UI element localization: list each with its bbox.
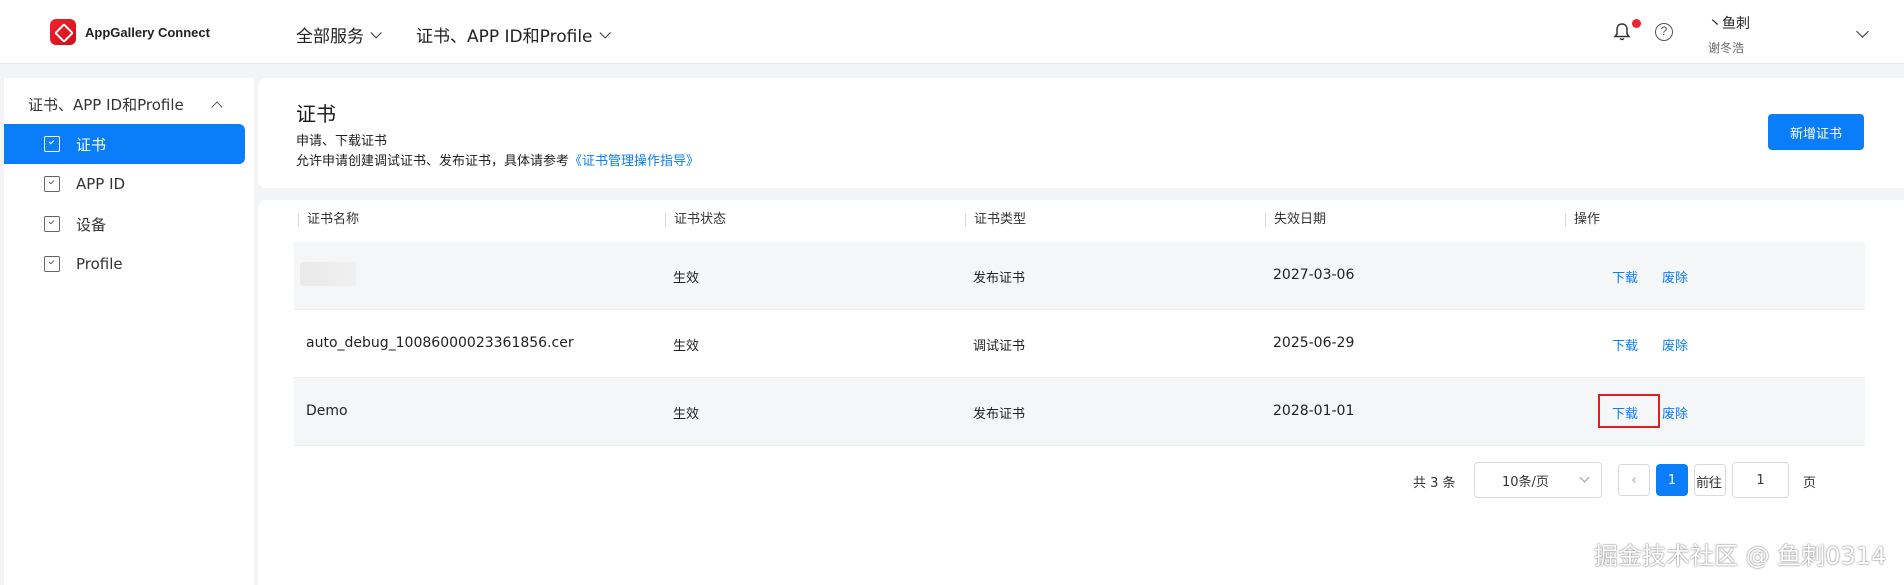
download-link[interactable]: 下载 (1612, 403, 1638, 422)
guide-prefix: 允许申请创建调试证书、发布证书，具体请参考 (296, 154, 570, 169)
cell-expire-date: 2028-01-01 (1273, 403, 1355, 419)
user-menu-chevron-icon[interactable] (1856, 25, 1869, 38)
table-row: 生效 发布证书 2027-03-06 下载 废除 (294, 242, 1865, 310)
sidebar-item-certificates[interactable]: 证书 (4, 124, 245, 164)
cell-expire-date: 2025-06-29 (1273, 335, 1355, 351)
all-services-label: 全部服务 (296, 27, 364, 47)
goto-page-input[interactable] (1732, 462, 1789, 498)
sidebar-item-devices[interactable]: 设备 (4, 204, 245, 244)
certificate-table: 证书名称 证书状态 证书类型 失效日期 操作 生效 发布证书 2027-03-0… (258, 200, 1904, 585)
chevron-up-icon[interactable] (211, 101, 223, 113)
column-header-status: 证书状态 (665, 213, 726, 227)
pagination-total: 共 3 条 (1413, 476, 1456, 491)
section-menu[interactable]: 证书、APP ID和Profile (416, 22, 611, 47)
revoke-link[interactable]: 废除 (1662, 403, 1688, 422)
chevron-down-icon (370, 26, 382, 39)
device-icon (44, 216, 60, 232)
prev-page-button[interactable]: ‹ (1618, 464, 1650, 496)
cell-type: 调试证书 (973, 339, 1026, 354)
user-subname: 谢冬浩 (1708, 41, 1745, 55)
column-header-type: 证书类型 (965, 213, 1026, 227)
app-id-icon (44, 176, 60, 192)
revoke-link[interactable]: 废除 (1662, 335, 1688, 354)
page-button-current[interactable]: 1 (1656, 464, 1688, 496)
all-services-menu[interactable]: 全部服务 (296, 22, 382, 47)
cell-status: 生效 (673, 271, 700, 286)
bell-icon[interactable] (1612, 22, 1632, 42)
cell-certificate-name: Demo (306, 403, 348, 419)
help-icon[interactable]: ? (1655, 23, 1673, 41)
profile-icon (44, 256, 60, 272)
page-suffix: 页 (1803, 476, 1817, 491)
user-name[interactable]: 丶鱼刺 (1708, 13, 1750, 33)
column-header-name: 证书名称 (298, 213, 359, 227)
table-row: auto_debug_10086000023361856.cer 生效 调试证书… (294, 310, 1865, 378)
app-logo[interactable]: AppGallery Connect (50, 19, 210, 45)
download-link[interactable]: 下载 (1612, 335, 1638, 354)
sidebar-item-label: 设备 (76, 215, 107, 234)
page-guide-text: 允许申请创建调试证书、发布证书，具体请参考《证书管理操作指导》 (296, 150, 699, 169)
app-name: AppGallery Connect (85, 24, 210, 40)
appgallery-logo-icon (50, 19, 76, 45)
section-label: 证书、APP ID和Profile (416, 27, 593, 47)
watermark: 掘金技术社区 @ 鱼刺0314 (1594, 542, 1887, 570)
sidebar-item-label: Profile (76, 255, 123, 273)
cell-certificate-name: auto_debug_10086000023361856.cer (306, 335, 574, 351)
cell-expire-date: 2027-03-06 (1273, 267, 1355, 283)
table-row: Demo 生效 发布证书 2028-01-01 下载 废除 (294, 378, 1865, 446)
page-description: 申请、下载证书 (296, 134, 388, 149)
sidebar-item-app-id[interactable]: APP ID (4, 164, 245, 204)
chevron-down-icon (598, 26, 611, 39)
cell-type: 发布证书 (973, 271, 1026, 286)
sidebar: 证书、APP ID和Profile 证书 APP ID 设备 Profile (4, 78, 254, 585)
revoke-link[interactable]: 废除 (1662, 267, 1688, 286)
sidebar-item-label: APP ID (76, 175, 126, 193)
goto-label: 前往 (1696, 476, 1723, 491)
page-title: 证书 (296, 102, 336, 126)
sidebar-group-title[interactable]: 证书、APP ID和Profile (28, 94, 184, 115)
new-certificate-button[interactable]: 新增证书 (1768, 114, 1864, 150)
sidebar-item-label: 证书 (76, 135, 107, 154)
certificate-icon (44, 136, 60, 152)
page-header: 证书 申请、下载证书 允许申请创建调试证书、发布证书，具体请参考《证书管理操作指… (258, 78, 1904, 188)
column-header-expire: 失效日期 (1265, 213, 1326, 227)
guide-link[interactable]: 《证书管理操作指导》 (569, 154, 699, 169)
sidebar-item-profile[interactable]: Profile (4, 244, 245, 284)
top-bar: AppGallery Connect 全部服务 证书、APP ID和Profil… (0, 0, 1904, 64)
redacted-certificate-name (300, 262, 356, 286)
column-header-actions: 操作 (1565, 213, 1600, 227)
cell-status: 生效 (673, 407, 700, 422)
cell-status: 生效 (673, 339, 700, 354)
download-link[interactable]: 下载 (1612, 267, 1638, 286)
table-header: 证书名称 证书状态 证书类型 失效日期 操作 (294, 200, 1865, 242)
notification-badge (1632, 19, 1641, 28)
cell-type: 发布证书 (973, 407, 1026, 422)
